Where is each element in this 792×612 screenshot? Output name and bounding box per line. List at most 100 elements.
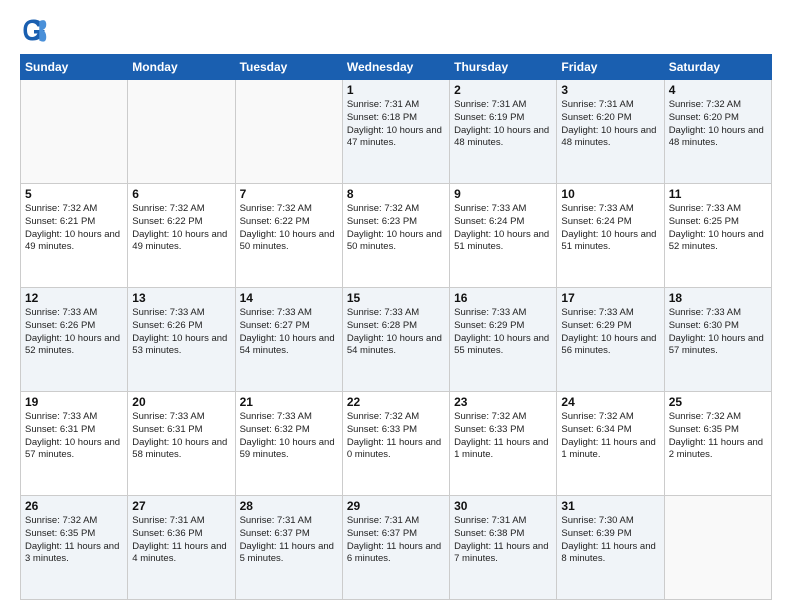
day-cell: 16Sunrise: 7:33 AM Sunset: 6:29 PM Dayli… [450, 288, 557, 392]
day-number: 19 [25, 395, 123, 409]
day-number: 29 [347, 499, 445, 513]
calendar: SundayMondayTuesdayWednesdayThursdayFrid… [20, 54, 772, 600]
day-cell: 3 Sunrise: 7:31 AM Sunset: 6:20 PM Daylig… [557, 80, 664, 184]
day-info: Sunrise: 7:32 AM Sunset: 6:22 PM Dayligh… [240, 203, 338, 254]
day-cell: 18Sunrise: 7:33 AM Sunset: 6:30 PM Dayli… [664, 288, 771, 392]
day-cell: 22 Sunrise: 7:32 AM Sunset: 6:33 PM Dayli… [342, 392, 449, 496]
day-info: Sunrise: 7:33 AM Sunset: 6:26 PM Dayligh… [25, 307, 123, 358]
day-cell: 11Sunrise: 7:33 AM Sunset: 6:25 PM Dayli… [664, 184, 771, 288]
weekday-header: Friday [557, 55, 664, 80]
day-cell: 12 Sunrise: 7:33 AM Sunset: 6:26 PM Dayli… [21, 288, 128, 392]
day-cell: 21 Sunrise: 7:33 AM Sunset: 6:32 PM Dayli… [235, 392, 342, 496]
day-cell: 6 Sunrise: 7:32 AM Sunset: 6:22 PM Daylig… [128, 184, 235, 288]
day-number: 22 [347, 395, 445, 409]
day-cell: 20 Sunrise: 7:33 AM Sunset: 6:31 PM Dayli… [128, 392, 235, 496]
day-cell [128, 80, 235, 184]
day-info: Sunrise: 7:31 AM Sunset: 6:37 PM Dayligh… [347, 515, 445, 566]
day-info: Sunrise: 7:30 AM Sunset: 6:39 PM Dayligh… [561, 515, 659, 566]
day-cell: 7 Sunrise: 7:32 AM Sunset: 6:22 PM Daylig… [235, 184, 342, 288]
day-number: 20 [132, 395, 230, 409]
day-cell: 30 Sunrise: 7:31 AM Sunset: 6:38 PM Dayli… [450, 496, 557, 600]
day-number: 12 [25, 291, 123, 305]
day-number: 2 [454, 83, 552, 97]
day-number: 18 [669, 291, 767, 305]
day-number: 28 [240, 499, 338, 513]
weekday-header: Monday [128, 55, 235, 80]
day-cell: 17 Sunrise: 7:33 AM Sunset: 6:29 PM Dayli… [557, 288, 664, 392]
day-number: 31 [561, 499, 659, 513]
day-number: 30 [454, 499, 552, 513]
day-info: Sunrise: 7:33 AM Sunset: 6:32 PM Dayligh… [240, 411, 338, 462]
day-info: Sunrise: 7:31 AM Sunset: 6:20 PM Dayligh… [561, 99, 659, 150]
day-cell: 15 Sunrise: 7:33 AM Sunset: 6:28 PM Dayli… [342, 288, 449, 392]
day-info: Sunrise: 7:31 AM Sunset: 6:38 PM Dayligh… [454, 515, 552, 566]
day-cell: 5 Sunrise: 7:32 AM Sunset: 6:21 PM Daylig… [21, 184, 128, 288]
day-cell: 28Sunrise: 7:31 AM Sunset: 6:37 PM Dayli… [235, 496, 342, 600]
week-row: 19 Sunrise: 7:33 AM Sunset: 6:31 PM Dayli… [21, 392, 772, 496]
day-info: Sunrise: 7:33 AM Sunset: 6:26 PM Dayligh… [132, 307, 230, 358]
day-cell [21, 80, 128, 184]
weekday-header: Sunday [21, 55, 128, 80]
day-info: Sunrise: 7:33 AM Sunset: 6:31 PM Dayligh… [25, 411, 123, 462]
day-number: 1 [347, 83, 445, 97]
page: SundayMondayTuesdayWednesdayThursdayFrid… [0, 0, 792, 612]
calendar-header: SundayMondayTuesdayWednesdayThursdayFrid… [21, 55, 772, 80]
day-number: 10 [561, 187, 659, 201]
logo-icon [20, 16, 48, 44]
day-number: 27 [132, 499, 230, 513]
week-row: 5 Sunrise: 7:32 AM Sunset: 6:21 PM Daylig… [21, 184, 772, 288]
day-info: Sunrise: 7:33 AM Sunset: 6:24 PM Dayligh… [561, 203, 659, 254]
day-cell: 29 Sunrise: 7:31 AM Sunset: 6:37 PM Dayli… [342, 496, 449, 600]
week-row: 1 Sunrise: 7:31 AM Sunset: 6:18 PM Daylig… [21, 80, 772, 184]
day-info: Sunrise: 7:32 AM Sunset: 6:35 PM Dayligh… [25, 515, 123, 566]
day-cell: 25Sunrise: 7:32 AM Sunset: 6:35 PM Dayli… [664, 392, 771, 496]
day-info: Sunrise: 7:32 AM Sunset: 6:21 PM Dayligh… [25, 203, 123, 254]
day-info: Sunrise: 7:32 AM Sunset: 6:33 PM Dayligh… [454, 411, 552, 462]
day-cell [664, 496, 771, 600]
week-row: 12 Sunrise: 7:33 AM Sunset: 6:26 PM Dayli… [21, 288, 772, 392]
day-number: 8 [347, 187, 445, 201]
weekday-header: Thursday [450, 55, 557, 80]
day-number: 15 [347, 291, 445, 305]
day-info: Sunrise: 7:32 AM Sunset: 6:20 PM Dayligh… [669, 99, 767, 150]
day-cell: 26 Sunrise: 7:32 AM Sunset: 6:35 PM Dayli… [21, 496, 128, 600]
day-info: Sunrise: 7:32 AM Sunset: 6:23 PM Dayligh… [347, 203, 445, 254]
day-number: 6 [132, 187, 230, 201]
day-number: 14 [240, 291, 338, 305]
day-cell: 27Sunrise: 7:31 AM Sunset: 6:36 PM Dayli… [128, 496, 235, 600]
day-number: 4 [669, 83, 767, 97]
day-cell: 1 Sunrise: 7:31 AM Sunset: 6:18 PM Daylig… [342, 80, 449, 184]
day-number: 26 [25, 499, 123, 513]
day-number: 5 [25, 187, 123, 201]
weekday-header: Wednesday [342, 55, 449, 80]
day-number: 17 [561, 291, 659, 305]
day-cell: 19 Sunrise: 7:33 AM Sunset: 6:31 PM Dayli… [21, 392, 128, 496]
weekday-header: Saturday [664, 55, 771, 80]
day-info: Sunrise: 7:33 AM Sunset: 6:28 PM Dayligh… [347, 307, 445, 358]
day-cell: 31 Sunrise: 7:30 AM Sunset: 6:39 PM Dayli… [557, 496, 664, 600]
day-number: 11 [669, 187, 767, 201]
week-row: 26 Sunrise: 7:32 AM Sunset: 6:35 PM Dayli… [21, 496, 772, 600]
day-info: Sunrise: 7:31 AM Sunset: 6:19 PM Dayligh… [454, 99, 552, 150]
logo [20, 16, 52, 44]
day-info: Sunrise: 7:32 AM Sunset: 6:33 PM Dayligh… [347, 411, 445, 462]
weekday-header: Tuesday [235, 55, 342, 80]
day-cell: 23Sunrise: 7:32 AM Sunset: 6:33 PM Dayli… [450, 392, 557, 496]
day-cell: 8 Sunrise: 7:32 AM Sunset: 6:23 PM Daylig… [342, 184, 449, 288]
day-number: 3 [561, 83, 659, 97]
day-info: Sunrise: 7:33 AM Sunset: 6:24 PM Dayligh… [454, 203, 552, 254]
day-info: Sunrise: 7:33 AM Sunset: 6:31 PM Dayligh… [132, 411, 230, 462]
day-info: Sunrise: 7:33 AM Sunset: 6:29 PM Dayligh… [454, 307, 552, 358]
day-info: Sunrise: 7:31 AM Sunset: 6:18 PM Dayligh… [347, 99, 445, 150]
day-number: 21 [240, 395, 338, 409]
day-number: 7 [240, 187, 338, 201]
day-cell: 4 Sunrise: 7:32 AM Sunset: 6:20 PM Daylig… [664, 80, 771, 184]
day-cell: 2 Sunrise: 7:31 AM Sunset: 6:19 PM Daylig… [450, 80, 557, 184]
day-info: Sunrise: 7:33 AM Sunset: 6:29 PM Dayligh… [561, 307, 659, 358]
day-cell: 24Sunrise: 7:32 AM Sunset: 6:34 PM Dayli… [557, 392, 664, 496]
day-number: 9 [454, 187, 552, 201]
day-info: Sunrise: 7:32 AM Sunset: 6:22 PM Dayligh… [132, 203, 230, 254]
day-cell [235, 80, 342, 184]
day-info: Sunrise: 7:32 AM Sunset: 6:35 PM Dayligh… [669, 411, 767, 462]
header [20, 16, 772, 44]
